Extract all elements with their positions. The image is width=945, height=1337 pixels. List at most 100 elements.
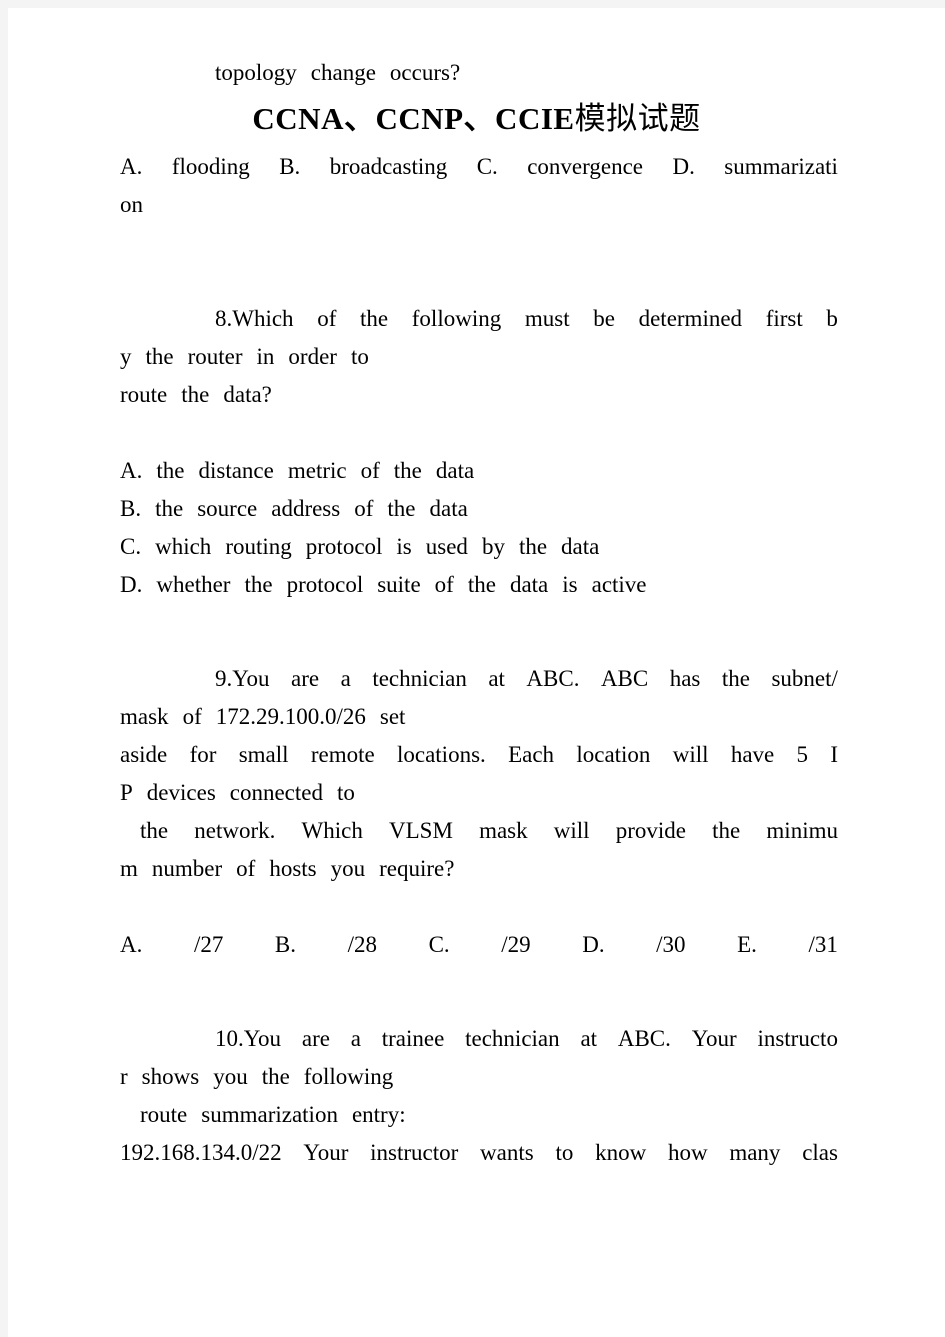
text-word: will <box>553 818 590 843</box>
text-word: a <box>350 1026 361 1051</box>
text-word: of <box>434 572 454 597</box>
text-word: aside <box>120 742 168 767</box>
text-word: D. <box>582 932 605 957</box>
text-word: to <box>337 780 355 805</box>
text-word: occurs? <box>389 60 461 85</box>
text-word: data <box>509 572 549 597</box>
text-word: the <box>145 344 174 369</box>
text-word: at <box>580 1026 598 1051</box>
text-word: D. <box>120 572 143 597</box>
block-gap <box>120 610 838 666</box>
text-word: suite <box>377 572 421 597</box>
text-word: E. <box>737 932 757 957</box>
text-line: 10.You are a trainee technician at ABC. Your ins… <box>120 1026 838 1064</box>
text-word: Your <box>303 1140 349 1165</box>
text-word: router <box>187 344 243 369</box>
text-word: protocol <box>305 534 383 559</box>
text-word: change <box>310 60 376 85</box>
paragraph-q8-options: A. the distance metric of the data B. the source a… <box>120 458 838 610</box>
document-body: topology change occurs? A. flooding B. broadc… <box>120 8 838 1178</box>
text-word: shows <box>141 1064 200 1089</box>
text-word: have <box>730 742 775 767</box>
text-word: route <box>120 382 168 407</box>
text-word: the <box>393 458 422 483</box>
text-word: the <box>261 1064 290 1089</box>
document-page: CCNA、CCNP、CCIE模拟试题 topology change occurs?… <box>8 8 945 1337</box>
text-line: m number of hosts you require? <box>120 856 838 894</box>
text-word: mask <box>120 704 169 729</box>
paragraph-q10-stem: 10.You are a trainee technician at ABC. Your ins… <box>120 1026 838 1178</box>
text-line: aside for small remote locations. Each locatio… <box>120 742 838 780</box>
text-word: know <box>595 1140 647 1165</box>
text-word: are <box>291 666 320 691</box>
text-word: technician <box>372 666 467 691</box>
text-word: of <box>236 856 256 881</box>
text-word: the <box>156 458 185 483</box>
text-word: data? <box>223 382 272 407</box>
text-line: y the router in order to <box>120 344 838 382</box>
text-word: summarizati <box>724 154 838 179</box>
text-word: instructo <box>757 1026 838 1051</box>
text-word: convergence <box>527 154 644 179</box>
text-word: by <box>481 534 505 559</box>
text-word: broadcasting <box>329 154 448 179</box>
text-word: devices <box>146 780 216 805</box>
text-word: technician <box>465 1026 560 1051</box>
text-word: ABC. <box>617 1026 671 1051</box>
text-word: y <box>120 344 132 369</box>
text-word: A. <box>120 458 143 483</box>
text-word: set <box>379 704 406 729</box>
text-word: 172.29.100.0/26 <box>215 704 366 729</box>
text-word: 5 <box>796 742 809 767</box>
block-gap <box>120 970 838 1026</box>
text-word: which <box>155 534 212 559</box>
text-word: the <box>360 306 389 331</box>
text-word: the <box>387 496 416 521</box>
text-word: VLSM <box>389 818 453 843</box>
text-word: B. <box>274 932 297 957</box>
text-line: on <box>120 192 838 230</box>
text-word: in <box>256 344 275 369</box>
text-word: order <box>288 344 337 369</box>
text-word: b <box>826 306 838 331</box>
paragraph-q7-options: A. flooding B. broadcasting C. convergence D. s… <box>120 154 838 230</box>
text-word: the <box>467 572 496 597</box>
text-word: /27 <box>193 932 224 957</box>
text-word: the <box>721 666 750 691</box>
text-word: A. <box>120 932 143 957</box>
text-line: C. which routing protocol is used by the data <box>120 534 838 572</box>
text-word: you <box>330 856 366 881</box>
text-word: determined <box>638 306 743 331</box>
text-word: protocol <box>286 572 364 597</box>
text-word: remote <box>310 742 375 767</box>
text-word: /29 <box>501 932 531 957</box>
text-word: many <box>729 1140 781 1165</box>
text-word: /31 <box>808 932 838 957</box>
text-word: 8.Which <box>215 306 294 331</box>
text-word: data <box>435 458 475 483</box>
text-word: of <box>182 704 202 729</box>
text-word: ABC. <box>526 666 580 691</box>
block-gap <box>120 230 838 306</box>
text-word: require? <box>379 856 455 881</box>
text-word: the <box>155 496 184 521</box>
text-word: B. <box>120 496 142 521</box>
text-word: a <box>340 666 351 691</box>
text-word: C. <box>428 932 450 957</box>
text-line: 9.You are a technician at ABC. ABC has the subnet… <box>120 666 838 704</box>
text-word: data <box>429 496 468 521</box>
text-word: source <box>197 496 258 521</box>
text-word: ABC <box>600 666 649 691</box>
text-word: /28 <box>347 932 377 957</box>
text-word: of <box>317 306 337 331</box>
paragraph-q9-options: A. /27 B. /28 C. /29 D. /30 E. /31 <box>120 932 838 970</box>
text-line: A. the distance metric of the data <box>120 458 838 496</box>
text-word: B. <box>279 154 301 179</box>
paragraph-q9-stem: 9.You are a technician at ABC. ABC has the subnet… <box>120 666 838 894</box>
block-gap <box>120 98 838 154</box>
paragraph-q8-stem: 8.Which of the following must be determined fir… <box>120 306 838 420</box>
text-word: following <box>411 306 502 331</box>
text-word: wants <box>480 1140 534 1165</box>
text-word: be <box>593 306 615 331</box>
text-line: 8.Which of the following must be determined fir… <box>120 306 838 344</box>
